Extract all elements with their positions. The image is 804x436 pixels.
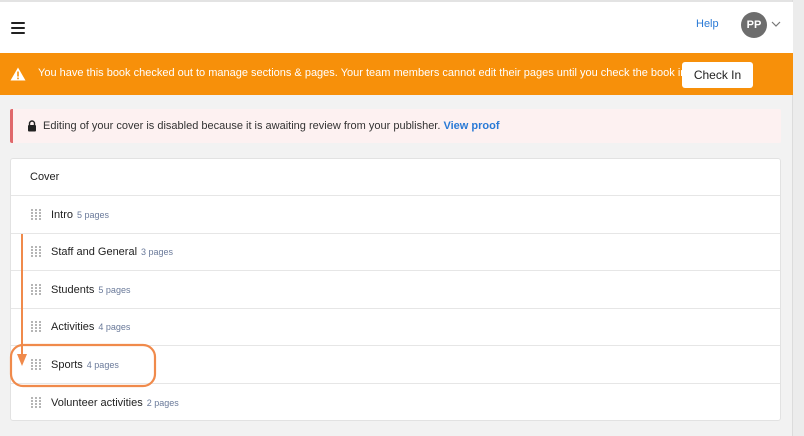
avatar[interactable]: PP: [741, 12, 767, 38]
checkout-warning-banner: You have this book checked out to manage…: [0, 53, 793, 95]
banner-message: You have this book checked out to manage…: [38, 67, 690, 79]
section-label: Students 5 pages: [51, 284, 130, 296]
cover-label: Cover: [30, 171, 60, 183]
section-label: Staff and General 3 pages: [51, 246, 173, 258]
help-link[interactable]: Help: [696, 18, 719, 30]
section-label: Volunteer activities 2 pages: [51, 397, 179, 409]
window-scrollbar[interactable]: [792, 0, 804, 436]
section-page-count: 4 pages: [98, 322, 131, 333]
section-name: Intro: [51, 208, 74, 221]
section-row[interactable]: Activities 4 pages: [11, 309, 780, 347]
section-label: Intro 5 pages: [51, 209, 109, 221]
drag-handle-icon[interactable]: [31, 359, 41, 371]
section-page-count: 5 pages: [77, 209, 110, 220]
section-name: Students: [51, 283, 95, 296]
section-page-count: 4 pages: [86, 360, 119, 370]
section-row[interactable]: Staff and General 3 pages: [11, 234, 780, 272]
drag-handle-icon[interactable]: [31, 208, 41, 221]
section-name: Activities: [51, 321, 95, 334]
section-name: Volunteer activities: [51, 396, 143, 409]
section-page-count: 3 pages: [141, 247, 174, 258]
warning-icon: [10, 67, 26, 81]
section-name: Sports: [51, 359, 83, 371]
section-page-count: 5 pages: [98, 284, 131, 295]
drag-handle-icon[interactable]: [31, 283, 41, 296]
check-in-button[interactable]: Check In: [682, 62, 753, 88]
drag-handle-icon[interactable]: [31, 396, 41, 409]
section-name: Staff and General: [51, 246, 138, 259]
cover-row[interactable]: Cover: [11, 159, 780, 196]
section-row[interactable]: Students 5 pages: [11, 272, 780, 309]
drag-handle-icon[interactable]: [31, 246, 41, 258]
sections-list: Cover Intro 5 pages Staff and General 3 pag…: [10, 158, 781, 421]
drag-handle-icon[interactable]: [31, 321, 41, 333]
hamburger-menu-icon[interactable]: [11, 22, 25, 34]
section-page-count: 2 pages: [146, 397, 179, 408]
top-header: Help PP: [0, 2, 793, 53]
cover-disabled-notice: Editing of your cover is disabled becaus…: [10, 109, 781, 143]
section-label: Sports 4 pages: [51, 359, 119, 371]
notice-text: Editing of your cover is disabled becaus…: [43, 120, 500, 132]
notice-message: Editing of your cover is disabled becaus…: [43, 120, 441, 132]
section-row[interactable]: Volunteer activities 2 pages: [11, 385, 780, 422]
section-label: Activities 4 pages: [51, 321, 130, 333]
chevron-down-icon[interactable]: [771, 19, 781, 29]
section-row[interactable]: Intro 5 pages: [11, 197, 780, 234]
view-proof-link[interactable]: View proof: [443, 120, 499, 132]
section-row[interactable]: Sports 4 pages: [11, 347, 780, 384]
lock-icon: [28, 120, 36, 132]
